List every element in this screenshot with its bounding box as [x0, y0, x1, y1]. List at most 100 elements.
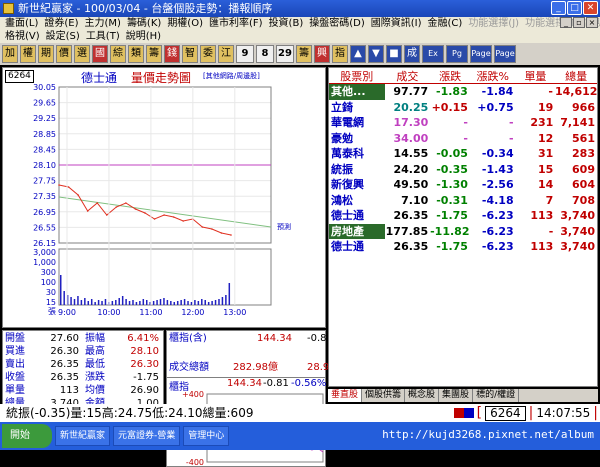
toolbar-button-6[interactable]: 綜 [110, 45, 126, 63]
column-header[interactable]: 漲跌 [430, 68, 470, 84]
window-title: 新世紀贏家 - 100/03/04 - 台盤個股走勢：播報順序 [18, 2, 273, 15]
total-volume-cell: 283 [572, 147, 595, 160]
toolbar-button-9[interactable]: 錢 [164, 45, 180, 63]
toolbar-button-22[interactable]: 成 [404, 45, 420, 63]
table-row[interactable]: 萬泰科 14.55 -0.05 -0.34 31 283 [329, 146, 597, 162]
total-volume-cell: 604 [572, 178, 595, 191]
toolbar-button-13[interactable]: 9 [236, 45, 254, 63]
tab-1[interactable]: 個股供籌 [362, 389, 406, 402]
volume-bar [77, 296, 79, 305]
toolbar-button-5[interactable]: 國 [92, 45, 108, 63]
menu-item-2[interactable]: 主力(M) [84, 17, 126, 30]
menu-item-9[interactable]: 金融(C) [427, 17, 468, 30]
menu2-item-2[interactable]: 工具(T) [85, 30, 125, 43]
table-row[interactable]: 華電網 17.30 - - 231 7,141 [329, 115, 597, 131]
category-tabs: 垂直股 個股供籌 概念股 集團股 標的/權證 [328, 389, 598, 402]
table-row[interactable]: 房地產 177.85 -11.82 -6.23 -3,740 [329, 223, 597, 239]
toolbar-button-11[interactable]: 委 [200, 45, 216, 63]
toolbar-button-3[interactable]: 價 [56, 45, 72, 63]
menu-item-10[interactable]: 功能選擇(J) [467, 17, 524, 30]
change-pct-cell: +0.75 [477, 100, 514, 114]
volume-bar [121, 296, 124, 305]
price-point [153, 218, 156, 220]
stock-code-input[interactable]: 6264 [485, 405, 526, 421]
toolbar-button-14[interactable]: 8 [256, 45, 274, 63]
toolbar-button-25[interactable]: Page [470, 45, 492, 63]
menu-item-5[interactable]: 匯市利率(F) [208, 17, 268, 30]
stock-name-cell: 統振 [331, 162, 353, 176]
menu-item-1[interactable]: 證券(E) [43, 17, 83, 30]
taskbar-item[interactable]: 管理中心 [183, 426, 230, 446]
menu2-item-1[interactable]: 設定(S) [45, 30, 85, 43]
tab-3[interactable]: 集團股 [439, 389, 474, 402]
volume-bar [90, 299, 93, 305]
toolbar-button-0[interactable]: 加 [2, 45, 18, 63]
quote-row: 買進 26.30 最高 28.10 [5, 345, 163, 358]
time-tick-label: 12:00 [181, 308, 204, 317]
single-volume-cell: 14 [538, 178, 554, 191]
toolbar-button-4[interactable]: 選 [74, 45, 90, 63]
menu-item-3[interactable]: 籌碼(K) [126, 17, 166, 30]
toolbar-button-16[interactable]: 籌 [296, 45, 312, 63]
toolbar-button-2[interactable]: 期 [38, 45, 54, 63]
column-header[interactable]: 成交 [384, 68, 431, 84]
maximize-button[interactable]: □ [567, 1, 582, 15]
minimize-button[interactable]: _ [551, 1, 566, 15]
toolbar-button-20[interactable]: ▼ [368, 45, 384, 63]
toolbar-button-8[interactable]: 籌 [146, 45, 162, 63]
menu-item-7[interactable]: 操盤密碼(D) [308, 17, 370, 30]
column-header[interactable]: 單量 [515, 68, 556, 84]
single-volume-cell: 231 [530, 116, 554, 129]
price-chart-panel[interactable]: 6264 德士通 量價走勢圖 [其他網路/周邊股] 30.05 29.65 29.2… [2, 67, 326, 328]
volume-bar [180, 300, 182, 305]
toolbar-button-1[interactable]: 權 [20, 45, 36, 63]
table-row[interactable]: 鴻松 7.10 -0.31 -4.18 7 708 [329, 193, 597, 209]
tab-2[interactable]: 概念股 [405, 389, 440, 402]
toolbar-button-26[interactable]: Page [494, 45, 516, 63]
table-row[interactable]: 統振 24.20 -0.35 -1.43 15 609 [329, 162, 597, 178]
column-header[interactable]: 總量 [555, 68, 597, 84]
table-row[interactable]: 德士通 26.35 -1.75 -6.23 113 3,740 [329, 239, 597, 255]
close-button[interactable]: ✕ [583, 1, 598, 15]
toolbar-button-18[interactable]: 指 [332, 45, 348, 63]
stock-name-cell: 德士通 [331, 240, 364, 253]
tab-0[interactable]: 垂直股 [328, 389, 363, 402]
table-row[interactable]: 新復興 49.50 -1.30 -2.56 14 604 [329, 177, 597, 193]
menu-item-8[interactable]: 國際資訊(I) [370, 17, 427, 30]
table-row[interactable]: 立錡 20.25 +0.15 +0.75 19 966 [329, 100, 597, 116]
toolbar-button-7[interactable]: 類 [128, 45, 144, 63]
toolbar-button-12[interactable]: 江 [218, 45, 234, 63]
menu2-item-0[interactable]: 格視(V) [4, 30, 45, 43]
column-header[interactable]: 漲跌% [469, 68, 516, 84]
stock-name-cell: 德士通 [331, 209, 364, 222]
table-row[interactable]: 德士通 26.35 -1.75 -6.23 113 3,740 [329, 208, 597, 224]
menu-item-4[interactable]: 期權(O) [166, 17, 208, 30]
table-row[interactable]: 豪勉 34.00 - - 12 561 [329, 131, 597, 147]
toolbar-button-21[interactable]: ■ [386, 45, 402, 63]
taskbar-item[interactable]: 元富證券-營業 [113, 426, 181, 446]
table-row[interactable]: 其他... 97.77 -1.83 -1.84 -14,612 [329, 84, 597, 100]
quote-value: 26.30 [50, 346, 79, 357]
volume-bar [166, 300, 169, 305]
mdi-restore-button[interactable]: ▫ [573, 17, 585, 28]
start-button[interactable]: 開始 [2, 424, 52, 448]
total-volume-cell: 708 [572, 193, 595, 207]
price-point [115, 206, 118, 208]
toolbar-button-10[interactable]: 智 [182, 45, 198, 63]
toolbar-button-15[interactable]: 29 [276, 45, 294, 63]
column-header[interactable]: 股票別 [329, 68, 385, 84]
time-tick-label: 9:00 [58, 308, 76, 317]
price-point [230, 234, 232, 236]
tab-4[interactable]: 標的/權證 [473, 389, 520, 402]
taskbar-item[interactable]: 新世紀贏家 [55, 426, 111, 446]
toolbar-button-17[interactable]: 興 [314, 45, 330, 63]
toolbar-button-19[interactable]: ▲ [350, 45, 366, 63]
toolbar-button-23[interactable]: Ex [422, 45, 444, 63]
mdi-minimize-button[interactable]: _ [560, 17, 572, 28]
change-cell: -11.82 [430, 224, 470, 238]
menu-item-0[interactable]: 畫面(L) [4, 17, 43, 30]
mdi-close-button[interactable]: × [586, 17, 598, 28]
toolbar-button-24[interactable]: Pg [446, 45, 468, 63]
menu2-item-3[interactable]: 說明(H) [125, 30, 166, 43]
menu-item-6[interactable]: 投資(B) [268, 17, 309, 30]
